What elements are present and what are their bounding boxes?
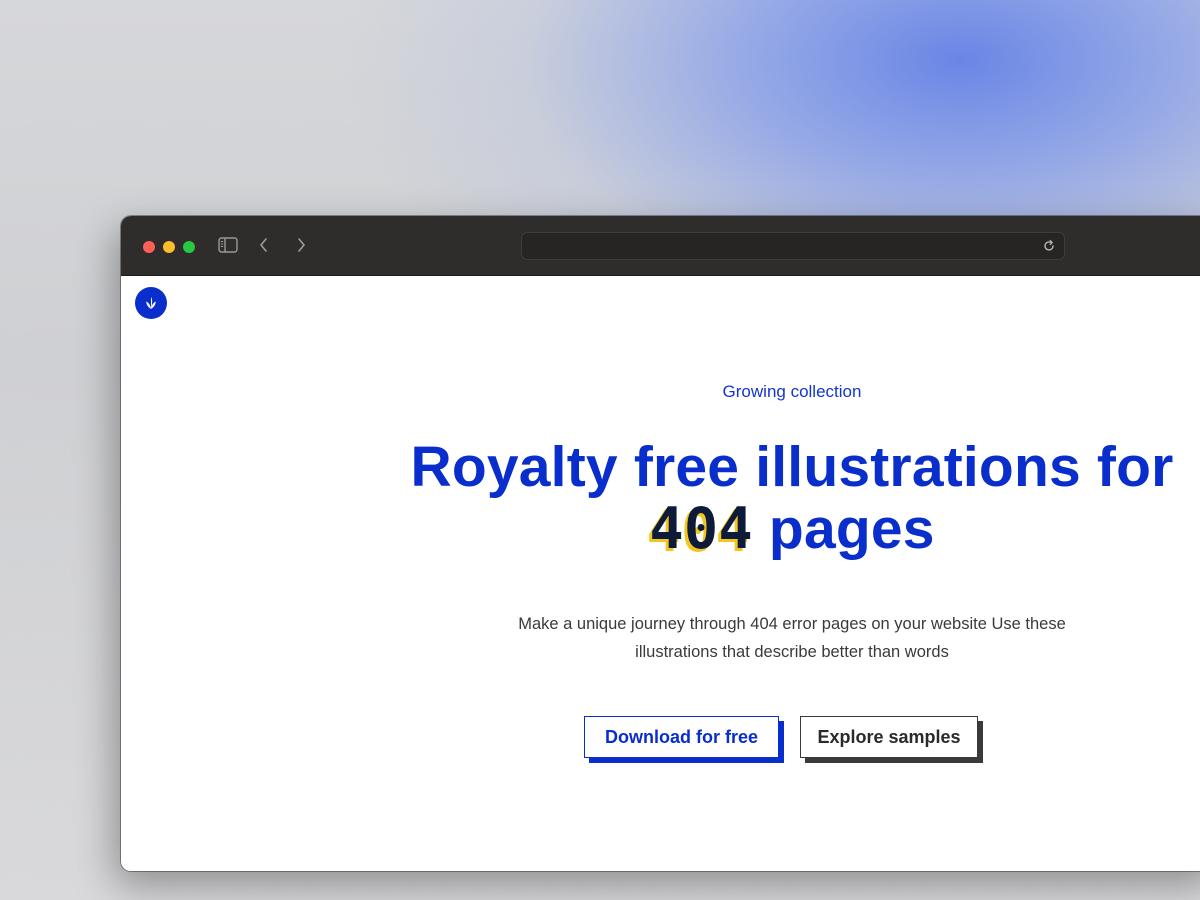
headline-line-2: pages (752, 497, 935, 561)
eyebrow-text: Growing collection (722, 382, 862, 401)
page-content: Growing collection Royalty free illustra… (121, 276, 1200, 871)
headline-404: 404 (649, 496, 753, 562)
reload-icon[interactable] (1040, 237, 1058, 255)
chevron-left-icon[interactable] (253, 234, 275, 256)
download-button[interactable]: Download for free (584, 716, 779, 758)
sidebar-toggle-icon[interactable] (217, 234, 239, 256)
minimize-window-button[interactable] (163, 241, 175, 253)
chevron-right-icon[interactable] (290, 234, 312, 256)
subtitle-line-2: illustrations that describe better than … (635, 643, 949, 661)
page-title: Royalty free illustrations for 404 pages (121, 436, 1200, 560)
headline-line-1: Royalty free illustrations for (410, 435, 1174, 499)
maximize-window-button[interactable] (183, 241, 195, 253)
subtitle: Make a unique journey through 404 error … (121, 610, 1200, 666)
address-bar[interactable] (521, 232, 1065, 260)
close-window-button[interactable] (143, 241, 155, 253)
leaf-icon[interactable] (135, 287, 167, 319)
subtitle-line-1: Make a unique journey through 404 error … (518, 615, 1066, 633)
browser-titlebar (121, 216, 1200, 276)
explore-samples-button[interactable]: Explore samples (800, 716, 978, 758)
browser-window: Growing collection Royalty free illustra… (121, 216, 1200, 871)
